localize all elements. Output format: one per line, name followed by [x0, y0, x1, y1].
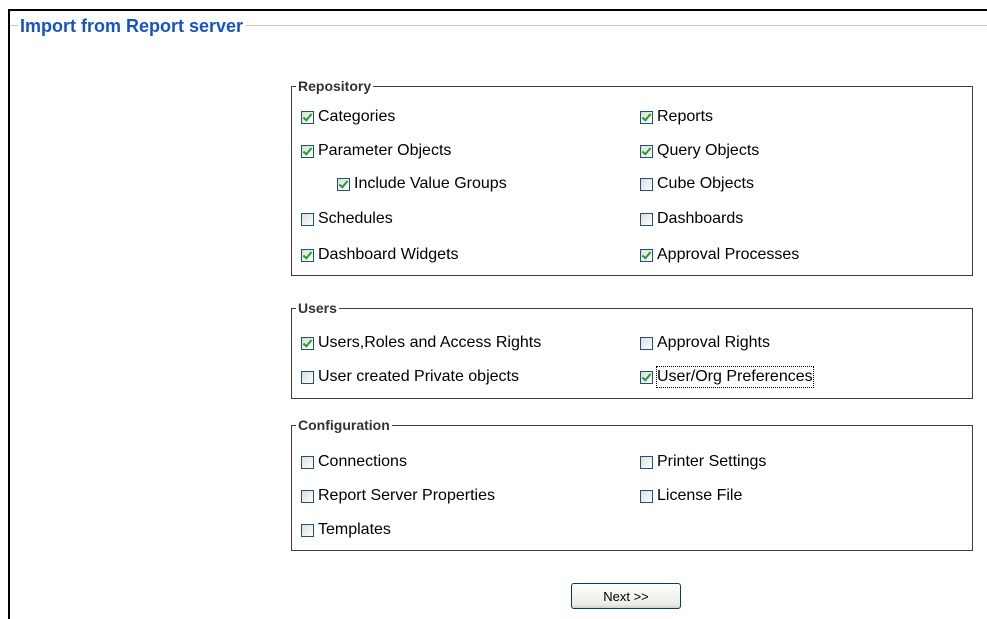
- configuration-legend: Configuration: [296, 416, 392, 434]
- checkbox-parameter-objects[interactable]: Parameter Objects: [301, 141, 451, 161]
- checkbox-label: Categories: [318, 108, 396, 125]
- checkbox-icon[interactable]: [640, 455, 653, 469]
- checkbox-icon[interactable]: [640, 370, 653, 384]
- checkbox-dashboard-widgets[interactable]: Dashboard Widgets: [301, 245, 459, 265]
- checkbox-label: Templates: [318, 521, 391, 538]
- checkbox-report-server-properties[interactable]: Report Server Properties: [301, 486, 495, 506]
- page-title: Import from Report server: [18, 15, 247, 37]
- checkbox-label: Reports: [657, 108, 714, 125]
- checkbox-label: Report Server Properties: [318, 487, 495, 504]
- checkbox-templates[interactable]: Templates: [301, 520, 391, 540]
- checkbox-license-file[interactable]: License File: [640, 486, 742, 506]
- checkbox-label: User created Private objects: [318, 368, 519, 385]
- checkbox-approval-processes[interactable]: Approval Processes: [640, 245, 799, 265]
- checkbox-cube-objects[interactable]: Cube Objects: [640, 174, 754, 194]
- checkbox-connections[interactable]: Connections: [301, 452, 407, 472]
- checkbox-user-org-preferences[interactable]: User/Org Preferences: [640, 366, 814, 388]
- panel-left-border: [8, 9, 10, 619]
- panel-top-border: [8, 9, 987, 11]
- checkbox-label: Connections: [318, 453, 407, 470]
- checkbox-users-roles-access-rights[interactable]: Users,Roles and Access Rights: [301, 333, 541, 353]
- checkbox-categories[interactable]: Categories: [301, 107, 395, 127]
- users-group: Users Users,Roles and Access Rights Appr…: [291, 299, 973, 399]
- checkbox-icon[interactable]: [640, 177, 653, 191]
- checkbox-label: Dashboards: [657, 210, 744, 227]
- checkbox-icon[interactable]: [640, 336, 653, 350]
- checkbox-icon[interactable]: [301, 248, 314, 262]
- checkbox-icon[interactable]: [301, 336, 314, 350]
- checkbox-include-value-groups[interactable]: Include Value Groups: [337, 174, 507, 194]
- checkbox-icon[interactable]: [301, 370, 314, 384]
- users-legend: Users: [296, 299, 339, 317]
- import-page: Import from Report server Repository Cat…: [0, 0, 987, 619]
- repository-group: Repository Categories Reports Parameter …: [291, 77, 973, 276]
- checkbox-label: Approval Processes: [657, 246, 800, 263]
- checkbox-reports[interactable]: Reports: [640, 107, 713, 127]
- checkbox-icon[interactable]: [640, 144, 653, 158]
- next-button[interactable]: Next >>: [571, 583, 681, 609]
- checkbox-icon[interactable]: [640, 489, 653, 503]
- checkbox-icon[interactable]: [640, 212, 653, 226]
- repository-legend: Repository: [296, 77, 374, 95]
- checkbox-dashboards[interactable]: Dashboards: [640, 209, 743, 229]
- checkbox-label: Query Objects: [657, 142, 760, 159]
- checkbox-icon[interactable]: [640, 110, 653, 124]
- checkbox-schedules[interactable]: Schedules: [301, 209, 393, 229]
- checkbox-label: Printer Settings: [657, 453, 767, 470]
- checkbox-icon[interactable]: [301, 144, 314, 158]
- checkbox-query-objects[interactable]: Query Objects: [640, 141, 759, 161]
- checkbox-printer-settings[interactable]: Printer Settings: [640, 452, 766, 472]
- checkbox-icon[interactable]: [337, 177, 350, 191]
- checkbox-label: User/Org Preferences: [656, 366, 814, 388]
- checkbox-icon[interactable]: [301, 455, 314, 469]
- checkbox-icon[interactable]: [301, 523, 314, 537]
- checkbox-icon[interactable]: [301, 212, 314, 226]
- checkbox-label: Approval Rights: [657, 334, 770, 351]
- checkbox-icon[interactable]: [301, 110, 314, 124]
- checkbox-label: Include Value Groups: [354, 175, 507, 192]
- checkbox-label: Dashboard Widgets: [318, 246, 459, 263]
- checkbox-label: Cube Objects: [657, 175, 754, 192]
- checkbox-label: Schedules: [318, 210, 393, 227]
- checkbox-icon[interactable]: [640, 248, 653, 262]
- checkbox-label: License File: [657, 487, 743, 504]
- checkbox-user-created-private-objects[interactable]: User created Private objects: [301, 367, 519, 387]
- checkbox-icon[interactable]: [301, 489, 314, 503]
- checkbox-approval-rights[interactable]: Approval Rights: [640, 333, 770, 353]
- checkbox-label: Users,Roles and Access Rights: [318, 334, 542, 351]
- checkbox-label: Parameter Objects: [318, 142, 452, 159]
- configuration-group: Configuration Connections Printer Settin…: [291, 416, 973, 551]
